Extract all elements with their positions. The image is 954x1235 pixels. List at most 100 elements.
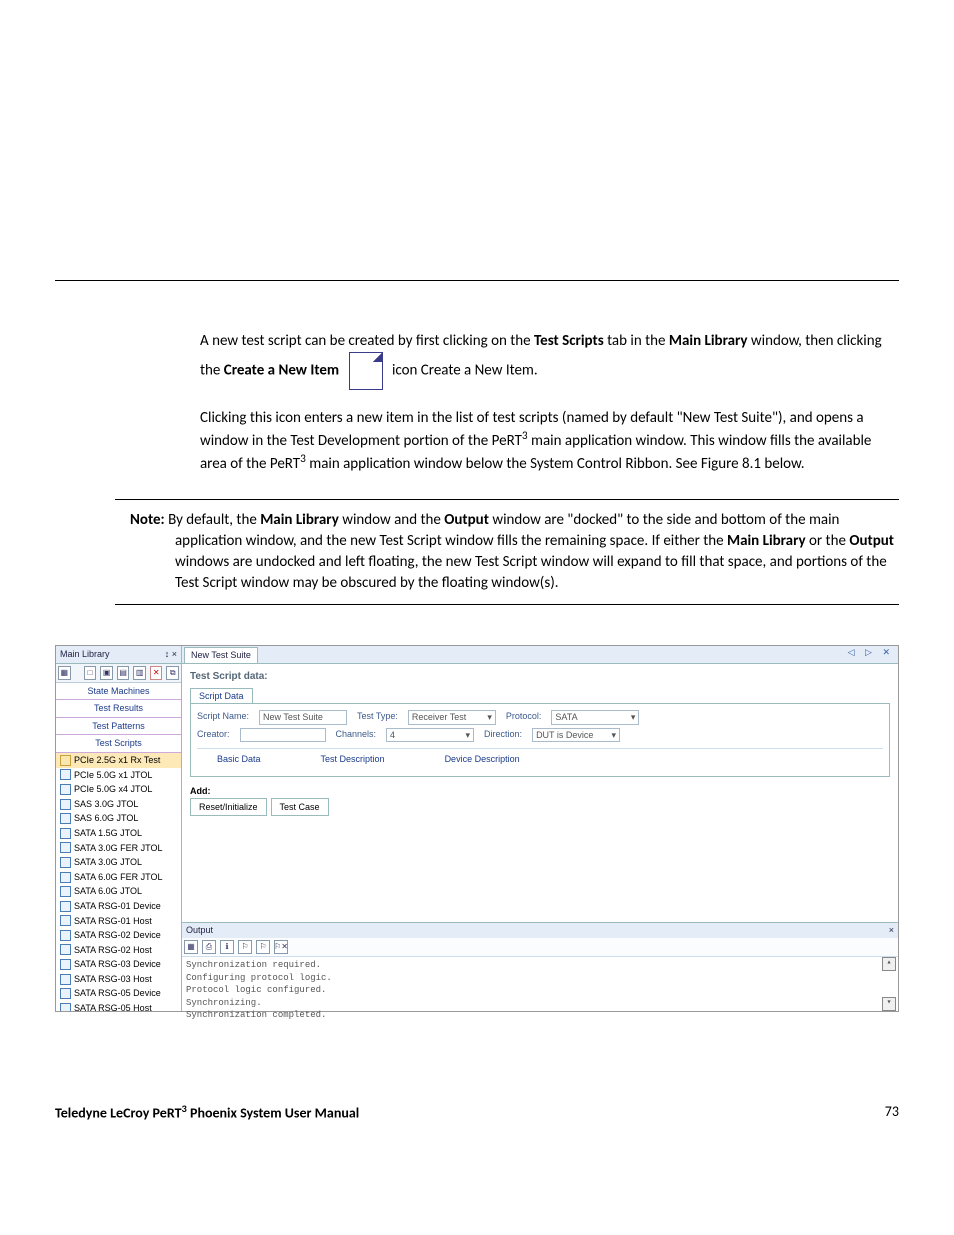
sidebar-tab[interactable]: Test Scripts bbox=[56, 735, 181, 753]
item-icon bbox=[60, 755, 71, 766]
item-label: SATA 1.5G JTOL bbox=[74, 827, 142, 840]
text: or the bbox=[809, 532, 849, 550]
item-icon bbox=[60, 842, 71, 853]
output-title-bar[interactable]: Output × bbox=[182, 923, 898, 938]
text: A new test script can be created by firs… bbox=[200, 332, 534, 350]
item-label: SAS 3.0G JTOL bbox=[74, 798, 138, 811]
item-icon bbox=[60, 784, 71, 795]
doc-tab-bar: New Test Suite ◁ ▷ ✕ bbox=[182, 646, 898, 664]
item-icon bbox=[60, 974, 71, 985]
channels-label: Channels: bbox=[336, 728, 377, 743]
scroll-up-button[interactable]: ▴ bbox=[882, 957, 896, 971]
doc-tab-controls[interactable]: ◁ ▷ ✕ bbox=[844, 646, 898, 663]
item-icon bbox=[60, 988, 71, 999]
item-label: SATA RSG-01 Device bbox=[74, 900, 161, 913]
main-area: New Test Suite ◁ ▷ ✕ Test Script data: S… bbox=[182, 646, 898, 1011]
sidebar-tabs: State MachinesTest ResultsTest PatternsT… bbox=[56, 683, 181, 753]
doc-tab[interactable]: New Test Suite bbox=[184, 647, 258, 663]
output-tool-icon[interactable]: ⚐ bbox=[256, 940, 270, 954]
scroll-down-button[interactable]: ▾ bbox=[882, 997, 896, 1011]
list-item[interactable]: SATA RSG-03 Device bbox=[56, 957, 181, 972]
item-label: SATA RSG-02 Host bbox=[74, 944, 152, 957]
list-item[interactable]: SATA RSG-01 Host bbox=[56, 914, 181, 929]
list-item[interactable]: SAS 3.0G JTOL bbox=[56, 797, 181, 812]
item-icon bbox=[60, 828, 71, 839]
sidebar-tool-icon[interactable]: ✕ bbox=[150, 666, 163, 680]
list-item[interactable]: SATA 3.0G FER JTOL bbox=[56, 841, 181, 856]
direction-select[interactable]: DUT is Device▾ bbox=[532, 728, 620, 743]
protocol-select[interactable]: SATA▾ bbox=[551, 710, 639, 725]
list-item[interactable]: SAS 6.0G JTOL bbox=[56, 811, 181, 826]
note-label: Note: bbox=[130, 511, 165, 529]
list-item[interactable]: SATA RSG-03 Host bbox=[56, 972, 181, 987]
app-screenshot: Main Library ↕ × ▦□▣▤▥✕⧉ State MachinesT… bbox=[55, 645, 899, 1012]
sidebar-title-controls[interactable]: ↕ × bbox=[165, 648, 177, 661]
output-tool-icon[interactable]: ⚐✕ bbox=[274, 940, 288, 954]
script-name-input[interactable]: New Test Suite bbox=[259, 710, 347, 725]
sidebar-tool-icon[interactable]: ▥ bbox=[133, 666, 146, 680]
item-icon bbox=[60, 886, 71, 897]
list-item[interactable]: SATA RSG-05 Device bbox=[56, 986, 181, 1001]
sidebar-tab[interactable]: State Machines bbox=[56, 683, 181, 701]
add-button[interactable]: Reset/Initialize bbox=[190, 798, 267, 817]
add-button[interactable]: Test Case bbox=[271, 798, 329, 817]
new-item-icon bbox=[349, 352, 383, 390]
para-1: A new test script can be created by firs… bbox=[200, 331, 899, 390]
bold: Main Library bbox=[727, 532, 806, 550]
list-item[interactable]: PCIe 2.5G x1 Rx Test bbox=[56, 753, 181, 768]
sidebar-tool-icon[interactable]: □ bbox=[84, 666, 97, 680]
form-box: Script Name: New Test Suite Test Type: R… bbox=[190, 703, 890, 777]
sidebar-tool-icon[interactable]: ▣ bbox=[100, 666, 113, 680]
list-item[interactable]: SATA 6.0G JTOL bbox=[56, 884, 181, 899]
output-toolbar: ▦ ⎙ ℹ ⚐ ⚐ ⚐✕ bbox=[182, 938, 898, 957]
item-icon bbox=[60, 857, 71, 868]
sup: 3 bbox=[522, 429, 528, 443]
list-item[interactable]: SATA 1.5G JTOL bbox=[56, 826, 181, 841]
script-data-tab[interactable]: Script Data bbox=[190, 688, 253, 704]
list-item[interactable]: SATA RSG-02 Device bbox=[56, 928, 181, 943]
form-subtab[interactable]: Device Description bbox=[445, 753, 520, 766]
chevron-down-icon: ▾ bbox=[487, 711, 492, 724]
list-item[interactable]: SATA RSG-01 Device bbox=[56, 899, 181, 914]
item-icon bbox=[60, 1003, 71, 1011]
sidebar-tool-icon[interactable]: ⧉ bbox=[166, 666, 179, 680]
sidebar-toolbar: ▦ □▣ ▤▥ ✕⧉ bbox=[56, 664, 181, 683]
form-subtab[interactable]: Basic Data bbox=[217, 753, 261, 766]
list-item[interactable]: SATA 3.0G JTOL bbox=[56, 855, 181, 870]
output-line: Synchronization completed. bbox=[186, 1009, 894, 1022]
bold: Test Scripts bbox=[534, 332, 604, 350]
test-type-select[interactable]: Receiver Test▾ bbox=[408, 710, 496, 725]
list-item[interactable]: SATA RSG-02 Host bbox=[56, 943, 181, 958]
top-rule bbox=[55, 280, 899, 281]
script-name-label: Script Name: bbox=[197, 710, 249, 725]
item-label: PCIe 5.0G x1 JTOL bbox=[74, 769, 152, 782]
sidebar-tool-icon[interactable]: ▤ bbox=[117, 666, 130, 680]
item-label: SATA RSG-02 Device bbox=[74, 929, 161, 942]
list-item[interactable]: PCIe 5.0G x4 JTOL bbox=[56, 782, 181, 797]
output-tool-icon[interactable]: ▦ bbox=[184, 940, 198, 954]
list-item[interactable]: SATA 6.0G FER JTOL bbox=[56, 870, 181, 885]
close-icon[interactable]: × bbox=[889, 924, 894, 937]
list-item[interactable]: SATA RSG-05 Host bbox=[56, 1001, 181, 1011]
para-2: Clicking this icon enters a new item in … bbox=[200, 408, 899, 475]
output-tool-icon[interactable]: ⎙ bbox=[202, 940, 216, 954]
sup: 3 bbox=[300, 452, 306, 466]
text: By default, the bbox=[168, 511, 260, 529]
creator-input[interactable] bbox=[240, 728, 326, 743]
channels-select[interactable]: 4▾ bbox=[386, 728, 474, 743]
output-tool-icon[interactable]: ℹ bbox=[220, 940, 234, 954]
list-item[interactable]: PCIe 5.0G x1 JTOL bbox=[56, 768, 181, 783]
sidebar-tab[interactable]: Test Results bbox=[56, 700, 181, 718]
output-tool-icon[interactable]: ⚐ bbox=[238, 940, 252, 954]
sidebar-tool-icon[interactable]: ▦ bbox=[58, 666, 71, 680]
chevron-down-icon: ▾ bbox=[631, 711, 636, 724]
output-line: Configuring protocol logic. bbox=[186, 972, 894, 985]
item-label: SATA 3.0G FER JTOL bbox=[74, 842, 163, 855]
note-body: Note: By default, the Main Library windo… bbox=[115, 510, 899, 594]
form-subtab[interactable]: Test Description bbox=[321, 753, 385, 766]
sidebar: Main Library ↕ × ▦□▣▤▥✕⧉ State MachinesT… bbox=[56, 646, 182, 1011]
text: main application window below the System… bbox=[309, 455, 804, 473]
sidebar-title-bar[interactable]: Main Library ↕ × bbox=[56, 646, 181, 664]
item-label: SATA 3.0G JTOL bbox=[74, 856, 142, 869]
sidebar-tab[interactable]: Test Patterns bbox=[56, 718, 181, 736]
